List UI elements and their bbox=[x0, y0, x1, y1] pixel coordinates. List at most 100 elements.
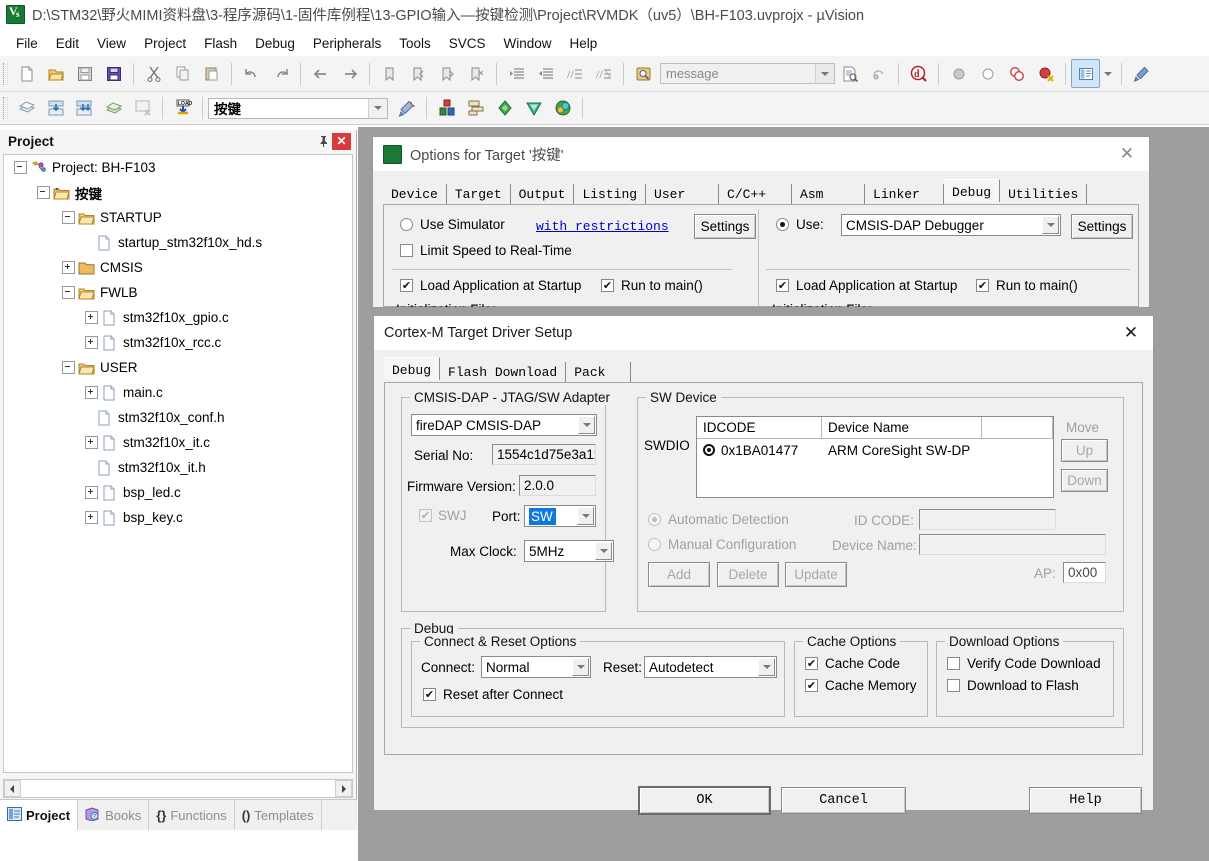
undo-icon[interactable] bbox=[237, 59, 266, 88]
adapter-combo[interactable]: fireDAP CMSIS-DAP bbox=[411, 414, 597, 436]
pack-installer-icon[interactable] bbox=[548, 94, 577, 123]
expander-icon[interactable] bbox=[85, 486, 98, 499]
pack-installer-teal-icon[interactable] bbox=[519, 94, 548, 123]
tab-flash-download[interactable]: Flash Download bbox=[440, 362, 567, 382]
debugger-combo[interactable]: CMSIS-DAP Debugger bbox=[841, 214, 1061, 236]
menu-debug[interactable]: Debug bbox=[246, 34, 304, 53]
simulator-settings-button[interactable]: Settings bbox=[694, 214, 756, 239]
dbg-run-to-main-checkbox[interactable]: Run to main() bbox=[976, 278, 1078, 293]
limit-speed-checkbox[interactable]: Limit Speed to Real-Time bbox=[400, 243, 572, 258]
scroll-left-icon[interactable] bbox=[4, 780, 21, 797]
expander-icon[interactable] bbox=[85, 336, 98, 349]
tree-item-main-c[interactable]: main.c bbox=[4, 380, 352, 405]
chevron-down-icon[interactable] bbox=[368, 98, 387, 118]
debugger-settings-button[interactable]: Settings bbox=[1071, 214, 1133, 239]
menu-help[interactable]: Help bbox=[561, 34, 607, 53]
toolbar-grip[interactable] bbox=[3, 97, 8, 119]
move-down-button[interactable]: Down bbox=[1061, 469, 1108, 492]
menu-svcs[interactable]: SVCS bbox=[440, 34, 495, 53]
bookmark-next-icon[interactable] bbox=[433, 59, 462, 88]
pack-installer-green-icon[interactable] bbox=[490, 94, 519, 123]
tree-item-it-c[interactable]: stm32f10x_it.c bbox=[4, 430, 352, 455]
target-options-icon[interactable] bbox=[392, 94, 421, 123]
add-button[interactable]: Add bbox=[648, 562, 710, 587]
redo-icon[interactable] bbox=[266, 59, 295, 88]
tab-pack[interactable]: Pack bbox=[566, 362, 632, 382]
reset-combo[interactable]: Autodetect bbox=[644, 656, 777, 678]
chevron-down-icon[interactable] bbox=[577, 507, 594, 525]
tab-debug[interactable]: Debug bbox=[944, 179, 1001, 202]
close-icon[interactable]: ✕ bbox=[332, 132, 351, 150]
ap-field[interactable]: 0x00 bbox=[1063, 562, 1106, 583]
breakpoint-insert-icon[interactable] bbox=[944, 59, 973, 88]
cancel-button[interactable]: Cancel bbox=[781, 787, 906, 814]
menu-edit[interactable]: Edit bbox=[47, 34, 88, 53]
tree-item-project[interactable]: Project: BH-F103 bbox=[4, 155, 352, 180]
tab-utilities[interactable]: Utilities bbox=[1000, 184, 1088, 204]
batch-build-icon[interactable] bbox=[99, 94, 128, 123]
tree-item-fwlb[interactable]: FWLB bbox=[4, 280, 352, 305]
tree-item-startup-file[interactable]: startup_stm32f10x_hd.s bbox=[4, 230, 352, 255]
port-combo[interactable]: SW bbox=[524, 505, 596, 527]
chevron-down-icon[interactable] bbox=[578, 416, 595, 434]
reset-after-connect-checkbox[interactable]: Reset after Connect bbox=[423, 687, 563, 702]
tree-item-cmsis[interactable]: CMSIS bbox=[4, 255, 352, 280]
project-tree-hscrollbar[interactable] bbox=[3, 779, 353, 798]
delete-button[interactable]: Delete bbox=[717, 562, 779, 587]
tree-item-user[interactable]: USER bbox=[4, 355, 352, 380]
chevron-down-icon[interactable] bbox=[595, 542, 612, 560]
tree-item-rcc-c[interactable]: stm32f10x_rcc.c bbox=[4, 330, 352, 355]
indent-icon[interactable] bbox=[502, 59, 531, 88]
sim-load-app-checkbox[interactable]: Load Application at Startup bbox=[400, 278, 581, 293]
update-button[interactable]: Update bbox=[785, 562, 847, 587]
dbg-load-app-checkbox[interactable]: Load Application at Startup bbox=[776, 278, 957, 293]
configuration-wizard-icon[interactable] bbox=[1127, 59, 1156, 88]
navigate-forward-icon[interactable] bbox=[335, 59, 364, 88]
help-button[interactable]: Help bbox=[1029, 787, 1142, 814]
tab-listing[interactable]: Listing bbox=[574, 184, 647, 204]
menu-file[interactable]: File bbox=[7, 34, 47, 53]
scroll-right-icon[interactable] bbox=[335, 780, 352, 797]
connect-combo[interactable]: Normal bbox=[481, 656, 591, 678]
tree-item-gpio-c[interactable]: stm32f10x_gpio.c bbox=[4, 305, 352, 330]
menu-view[interactable]: View bbox=[88, 34, 135, 53]
navigate-back-icon[interactable] bbox=[306, 59, 335, 88]
expander-icon[interactable] bbox=[37, 186, 50, 199]
tab-project[interactable]: Project bbox=[0, 800, 79, 830]
find-in-files-doc-icon[interactable] bbox=[835, 59, 864, 88]
outdent-icon[interactable] bbox=[531, 59, 560, 88]
tab-device[interactable]: Device bbox=[383, 184, 447, 204]
tree-item-startup[interactable]: STARTUP bbox=[4, 205, 352, 230]
tab-books[interactable]: ? Books bbox=[78, 800, 150, 830]
menu-project[interactable]: Project bbox=[135, 34, 195, 53]
project-tree[interactable]: Project: BH-F103 按键 STARTUP startup_stm3… bbox=[3, 154, 353, 773]
tab-cpp[interactable]: C/C++ bbox=[719, 184, 793, 204]
uncomment-icon[interactable]: // bbox=[589, 59, 618, 88]
breakpoint-disable-icon[interactable] bbox=[973, 59, 1002, 88]
ok-button[interactable]: OK bbox=[638, 786, 771, 815]
cut-icon[interactable] bbox=[139, 59, 168, 88]
manage-windows-dropdown-icon[interactable] bbox=[1100, 59, 1116, 88]
cache-memory-checkbox[interactable]: Cache Memory bbox=[805, 678, 917, 693]
toolbar-grip[interactable] bbox=[3, 62, 8, 85]
find-in-files-icon[interactable] bbox=[629, 59, 658, 88]
expander-icon[interactable] bbox=[85, 386, 98, 399]
tab-target[interactable]: Target bbox=[446, 184, 511, 204]
expander-icon[interactable] bbox=[85, 436, 98, 449]
manage-windows-icon[interactable] bbox=[1071, 59, 1100, 88]
bookmark-prev-icon[interactable] bbox=[404, 59, 433, 88]
tab-linker[interactable]: Linker bbox=[865, 184, 945, 204]
tab-templates[interactable]: () Templates bbox=[235, 800, 322, 830]
open-file-icon[interactable] bbox=[41, 59, 70, 88]
find-combo[interactable]: message bbox=[660, 63, 835, 84]
expander-icon[interactable] bbox=[62, 286, 75, 299]
sim-run-to-main-checkbox[interactable]: Run to main() bbox=[601, 278, 703, 293]
comment-icon[interactable]: // bbox=[560, 59, 589, 88]
chevron-down-icon[interactable] bbox=[572, 658, 589, 676]
menu-peripherals[interactable]: Peripherals bbox=[304, 34, 390, 53]
manage-multi-project-icon[interactable] bbox=[461, 94, 490, 123]
tree-item-bsp-key-c[interactable]: bsp_key.c bbox=[4, 505, 352, 530]
manage-project-items-icon[interactable] bbox=[432, 94, 461, 123]
select-target-combo[interactable]: 按键 bbox=[208, 97, 388, 119]
tab-user[interactable]: User bbox=[646, 184, 720, 204]
